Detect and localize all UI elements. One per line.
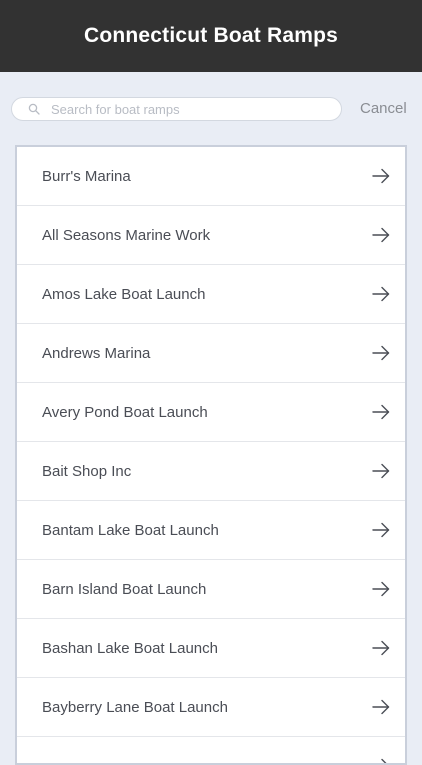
list-item[interactable]: All Seasons Marine Work [17,206,405,265]
ramp-name: Bantam Lake Boat Launch [42,522,219,539]
arrow-right-icon [372,640,390,656]
list-item[interactable]: Bait Shop Inc [17,442,405,501]
arrow-right-icon [372,522,390,538]
list-item[interactable]: Bantam Lake Boat Launch [17,501,405,560]
arrow-right-icon [372,168,390,184]
arrow-right-icon [372,345,390,361]
ramp-name: Bashan Lake Boat Launch [42,640,218,657]
arrow-right-icon [372,463,390,479]
list-item[interactable]: Barn Island Boat Launch [17,560,405,619]
arrow-right-icon [372,699,390,715]
arrow-right-icon [381,758,387,763]
list-item[interactable]: Andrews Marina [17,324,405,383]
list-item[interactable]: Amos Lake Boat Launch [17,265,405,324]
search-icon [28,103,40,115]
arrow-right-icon [372,581,390,597]
arrow-right-icon [372,404,390,420]
boat-ramp-list: Burr's Marina All Seasons Marine Work Amos… [15,145,407,765]
search-input[interactable] [51,98,331,120]
ramp-name: Avery Pond Boat Launch [42,404,208,421]
cancel-button[interactable]: Cancel [360,100,407,117]
ramp-name: All Seasons Marine Work [42,227,211,244]
search-field[interactable] [11,97,342,121]
list-item[interactable]: Burr's Marina [17,147,405,206]
arrow-right-icon [372,286,390,302]
ramp-name: Andrews Marina [42,345,151,362]
ramp-name: Amos Lake Boat Launch [42,286,206,303]
page-title: Connecticut Boat Ramps [83,24,339,47]
ramp-name: Bait Shop Inc [42,463,132,480]
ramp-name: Bayberry Lane Boat Launch [42,699,228,716]
search-bar: Cancel [0,72,422,146]
ramp-name: Barn Island Boat Launch [42,581,207,598]
arrow-right-icon [372,227,390,243]
list-item[interactable]: Avery Pond Boat Launch [17,383,405,442]
list-item[interactable]: Bayberry Lane Boat Launch [17,678,405,737]
ramp-name: Burr's Marina [42,168,131,185]
navigation-bar: Connecticut Boat Ramps [0,0,422,72]
list-item[interactable]: Bashan Lake Boat Launch [17,619,405,678]
list-item[interactable] [17,737,405,763]
